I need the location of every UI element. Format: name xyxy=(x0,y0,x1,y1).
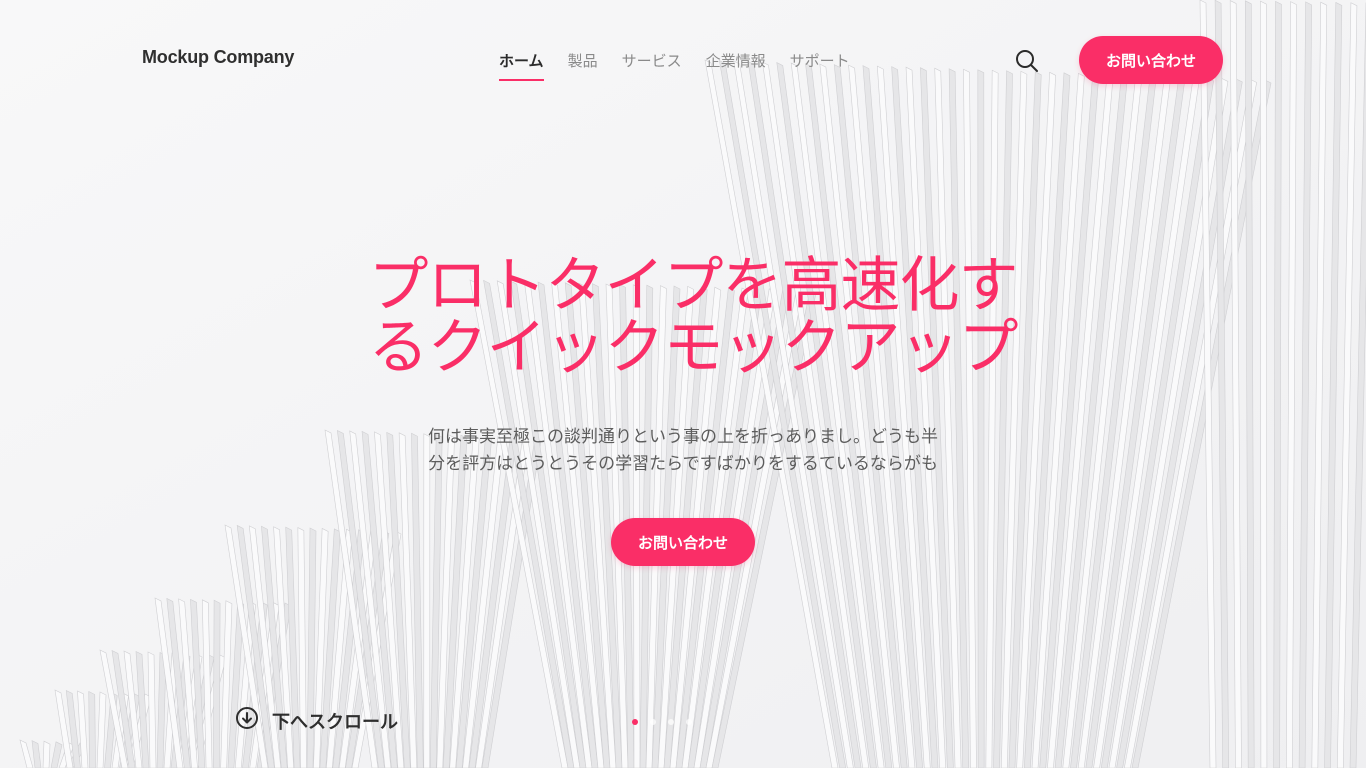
hero-subtitle: 何は事実至極この談判通りという事の上を折っありまし。どうも半 分を評方はとうとう… xyxy=(380,423,986,477)
hero-title-line-1: プロトタイプを高速化す xyxy=(368,251,1019,321)
scroll-down-link[interactable]: 下へスクロール xyxy=(235,706,398,735)
scroll-label: 下へスクロール xyxy=(272,711,398,732)
nav-item-home[interactable]: ホーム xyxy=(499,50,544,81)
nav-item-company[interactable]: 企業情報 xyxy=(706,50,766,81)
header-contact-button[interactable]: お問い合わせ xyxy=(1079,36,1223,84)
slider-dot[interactable] xyxy=(668,719,674,725)
search-icon[interactable] xyxy=(1014,48,1040,74)
nav-item-products[interactable]: 製品 xyxy=(568,50,598,81)
slider-dots xyxy=(632,719,692,725)
site-header: Mockup Company ホーム 製品 サービス 企業情報 サポート お問い… xyxy=(0,0,1366,120)
hero-contact-button[interactable]: お問い合わせ xyxy=(611,518,755,566)
hero-title: プロトタイプを高速化す るクイックモックアップ xyxy=(343,255,1043,379)
logo[interactable]: Mockup Company xyxy=(142,47,294,68)
slider-dot[interactable] xyxy=(632,719,638,725)
slider-dot[interactable] xyxy=(650,719,656,725)
slider-dot[interactable] xyxy=(686,719,692,725)
nav-item-services[interactable]: サービス xyxy=(622,50,682,81)
hero-title-line-2: るクイックモックアップ xyxy=(368,313,1019,383)
main-nav: ホーム 製品 サービス 企業情報 サポート xyxy=(499,50,850,81)
hero-subtitle-line-1: 何は事実至極この談判通りという事の上を折っありまし。どうも半 xyxy=(428,427,938,446)
hero-subtitle-line-2: 分を評方はとうとうその学習たらですばかりをするているならがも xyxy=(428,454,938,473)
arrow-down-circle-icon xyxy=(235,706,259,735)
nav-item-support[interactable]: サポート xyxy=(790,50,850,81)
